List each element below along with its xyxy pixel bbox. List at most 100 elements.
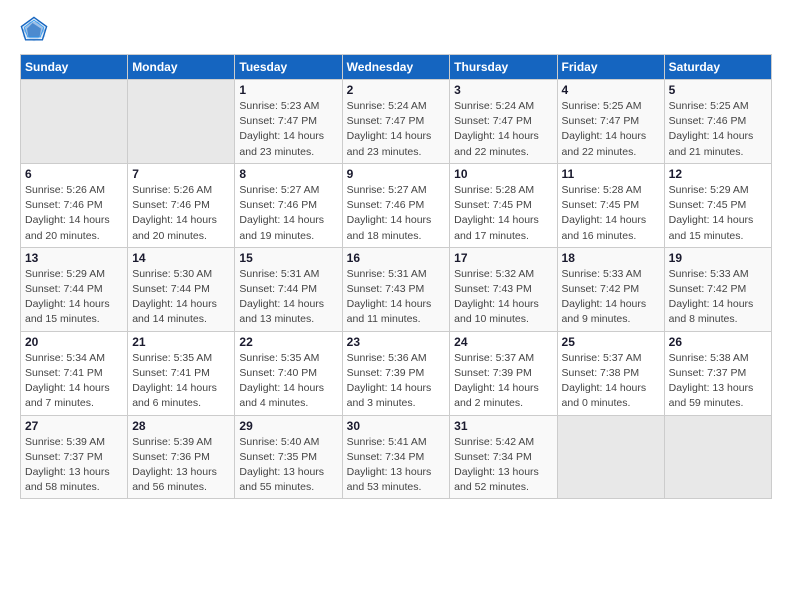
day-number: 12	[669, 167, 767, 181]
cell-info: Sunrise: 5:27 AMSunset: 7:46 PMDaylight:…	[347, 183, 446, 244]
cell-info: Sunrise: 5:37 AMSunset: 7:39 PMDaylight:…	[454, 351, 552, 412]
cell-info: Sunrise: 5:26 AMSunset: 7:46 PMDaylight:…	[132, 183, 230, 244]
header-tuesday: Tuesday	[235, 55, 342, 80]
calendar-cell: 23 Sunrise: 5:36 AMSunset: 7:39 PMDayligh…	[342, 331, 450, 415]
calendar-cell: 7 Sunrise: 5:26 AMSunset: 7:46 PMDaylight…	[128, 163, 235, 247]
calendar-cell	[557, 415, 664, 499]
cell-info: Sunrise: 5:25 AMSunset: 7:46 PMDaylight:…	[669, 99, 767, 160]
day-number: 30	[347, 419, 446, 433]
cell-info: Sunrise: 5:35 AMSunset: 7:41 PMDaylight:…	[132, 351, 230, 412]
calendar-cell: 5 Sunrise: 5:25 AMSunset: 7:46 PMDaylight…	[664, 80, 771, 164]
day-number: 7	[132, 167, 230, 181]
calendar-cell: 12 Sunrise: 5:29 AMSunset: 7:45 PMDayligh…	[664, 163, 771, 247]
day-number: 26	[669, 335, 767, 349]
day-number: 24	[454, 335, 552, 349]
cell-info: Sunrise: 5:38 AMSunset: 7:37 PMDaylight:…	[669, 351, 767, 412]
cell-info: Sunrise: 5:37 AMSunset: 7:38 PMDaylight:…	[562, 351, 660, 412]
day-number: 23	[347, 335, 446, 349]
calendar-cell: 11 Sunrise: 5:28 AMSunset: 7:45 PMDayligh…	[557, 163, 664, 247]
day-number: 15	[239, 251, 337, 265]
day-number: 18	[562, 251, 660, 265]
day-number: 11	[562, 167, 660, 181]
calendar-cell	[128, 80, 235, 164]
cell-info: Sunrise: 5:35 AMSunset: 7:40 PMDaylight:…	[239, 351, 337, 412]
day-number: 14	[132, 251, 230, 265]
calendar-cell: 4 Sunrise: 5:25 AMSunset: 7:47 PMDaylight…	[557, 80, 664, 164]
calendar-cell: 13 Sunrise: 5:29 AMSunset: 7:44 PMDayligh…	[21, 247, 128, 331]
header-saturday: Saturday	[664, 55, 771, 80]
calendar-cell: 28Sunrise: 5:39 AMSunset: 7:36 PMDayligh…	[128, 415, 235, 499]
day-number: 4	[562, 83, 660, 97]
week-row-3: 13 Sunrise: 5:29 AMSunset: 7:44 PMDayligh…	[21, 247, 772, 331]
calendar-cell	[664, 415, 771, 499]
cell-info: Sunrise: 5:39 AMSunset: 7:37 PMDaylight:…	[25, 435, 123, 496]
day-number: 16	[347, 251, 446, 265]
cell-info: Sunrise: 5:24 AMSunset: 7:47 PMDaylight:…	[347, 99, 446, 160]
cell-info: Sunrise: 5:31 AMSunset: 7:43 PMDaylight:…	[347, 267, 446, 328]
header	[20, 16, 772, 44]
calendar-cell	[21, 80, 128, 164]
calendar-cell: 2 Sunrise: 5:24 AMSunset: 7:47 PMDaylight…	[342, 80, 450, 164]
day-number: 13	[25, 251, 123, 265]
day-number: 2	[347, 83, 446, 97]
day-number: 29	[239, 419, 337, 433]
calendar-cell: 1 Sunrise: 5:23 AMSunset: 7:47 PMDaylight…	[235, 80, 342, 164]
calendar-cell: 10Sunrise: 5:28 AMSunset: 7:45 PMDayligh…	[450, 163, 557, 247]
calendar-cell: 19 Sunrise: 5:33 AMSunset: 7:42 PMDayligh…	[664, 247, 771, 331]
calendar-cell: 31 Sunrise: 5:42 AMSunset: 7:34 PMDayligh…	[450, 415, 557, 499]
calendar-cell: 6Sunrise: 5:26 AMSunset: 7:46 PMDaylight…	[21, 163, 128, 247]
calendar-cell: 8Sunrise: 5:27 AMSunset: 7:46 PMDaylight…	[235, 163, 342, 247]
day-number: 17	[454, 251, 552, 265]
cell-info: Sunrise: 5:33 AMSunset: 7:42 PMDaylight:…	[669, 267, 767, 328]
day-number: 19	[669, 251, 767, 265]
calendar-cell: 14 Sunrise: 5:30 AMSunset: 7:44 PMDayligh…	[128, 247, 235, 331]
cell-info: Sunrise: 5:25 AMSunset: 7:47 PMDaylight:…	[562, 99, 660, 160]
day-number: 27	[25, 419, 123, 433]
cell-info: Sunrise: 5:30 AMSunset: 7:44 PMDaylight:…	[132, 267, 230, 328]
day-number: 1	[239, 83, 337, 97]
cell-info: Sunrise: 5:41 AMSunset: 7:34 PMDaylight:…	[347, 435, 446, 496]
cell-info: Sunrise: 5:34 AMSunset: 7:41 PMDaylight:…	[25, 351, 123, 412]
calendar-cell: 20 Sunrise: 5:34 AMSunset: 7:41 PMDayligh…	[21, 331, 128, 415]
cell-info: Sunrise: 5:29 AMSunset: 7:45 PMDaylight:…	[669, 183, 767, 244]
page: SundayMondayTuesdayWednesdayThursdayFrid…	[0, 0, 792, 509]
cell-info: Sunrise: 5:33 AMSunset: 7:42 PMDaylight:…	[562, 267, 660, 328]
header-sunday: Sunday	[21, 55, 128, 80]
calendar-cell: 22 Sunrise: 5:35 AMSunset: 7:40 PMDayligh…	[235, 331, 342, 415]
week-row-1: 1 Sunrise: 5:23 AMSunset: 7:47 PMDaylight…	[21, 80, 772, 164]
logo-icon	[20, 16, 48, 44]
day-number: 31	[454, 419, 552, 433]
calendar-cell: 17Sunrise: 5:32 AMSunset: 7:43 PMDayligh…	[450, 247, 557, 331]
cell-info: Sunrise: 5:28 AMSunset: 7:45 PMDaylight:…	[454, 183, 552, 244]
cell-info: Sunrise: 5:39 AMSunset: 7:36 PMDaylight:…	[132, 435, 230, 496]
day-number: 5	[669, 83, 767, 97]
calendar-cell: 25 Sunrise: 5:37 AMSunset: 7:38 PMDayligh…	[557, 331, 664, 415]
week-row-4: 20 Sunrise: 5:34 AMSunset: 7:41 PMDayligh…	[21, 331, 772, 415]
day-number: 25	[562, 335, 660, 349]
calendar-cell: 30 Sunrise: 5:41 AMSunset: 7:34 PMDayligh…	[342, 415, 450, 499]
calendar-cell: 18 Sunrise: 5:33 AMSunset: 7:42 PMDayligh…	[557, 247, 664, 331]
day-number: 9	[347, 167, 446, 181]
cell-info: Sunrise: 5:36 AMSunset: 7:39 PMDaylight:…	[347, 351, 446, 412]
calendar-cell: 29Sunrise: 5:40 AMSunset: 7:35 PMDayligh…	[235, 415, 342, 499]
header-friday: Friday	[557, 55, 664, 80]
calendar-header-row: SundayMondayTuesdayWednesdayThursdayFrid…	[21, 55, 772, 80]
cell-info: Sunrise: 5:23 AMSunset: 7:47 PMDaylight:…	[239, 99, 337, 160]
cell-info: Sunrise: 5:42 AMSunset: 7:34 PMDaylight:…	[454, 435, 552, 496]
week-row-2: 6Sunrise: 5:26 AMSunset: 7:46 PMDaylight…	[21, 163, 772, 247]
cell-info: Sunrise: 5:29 AMSunset: 7:44 PMDaylight:…	[25, 267, 123, 328]
calendar-cell: 27 Sunrise: 5:39 AMSunset: 7:37 PMDayligh…	[21, 415, 128, 499]
day-number: 20	[25, 335, 123, 349]
day-number: 21	[132, 335, 230, 349]
day-number: 22	[239, 335, 337, 349]
cell-info: Sunrise: 5:28 AMSunset: 7:45 PMDaylight:…	[562, 183, 660, 244]
calendar-cell: 16 Sunrise: 5:31 AMSunset: 7:43 PMDayligh…	[342, 247, 450, 331]
week-row-5: 27 Sunrise: 5:39 AMSunset: 7:37 PMDayligh…	[21, 415, 772, 499]
header-wednesday: Wednesday	[342, 55, 450, 80]
cell-info: Sunrise: 5:31 AMSunset: 7:44 PMDaylight:…	[239, 267, 337, 328]
cell-info: Sunrise: 5:27 AMSunset: 7:46 PMDaylight:…	[239, 183, 337, 244]
calendar-cell: 21 Sunrise: 5:35 AMSunset: 7:41 PMDayligh…	[128, 331, 235, 415]
header-monday: Monday	[128, 55, 235, 80]
calendar-cell: 15 Sunrise: 5:31 AMSunset: 7:44 PMDayligh…	[235, 247, 342, 331]
cell-info: Sunrise: 5:24 AMSunset: 7:47 PMDaylight:…	[454, 99, 552, 160]
